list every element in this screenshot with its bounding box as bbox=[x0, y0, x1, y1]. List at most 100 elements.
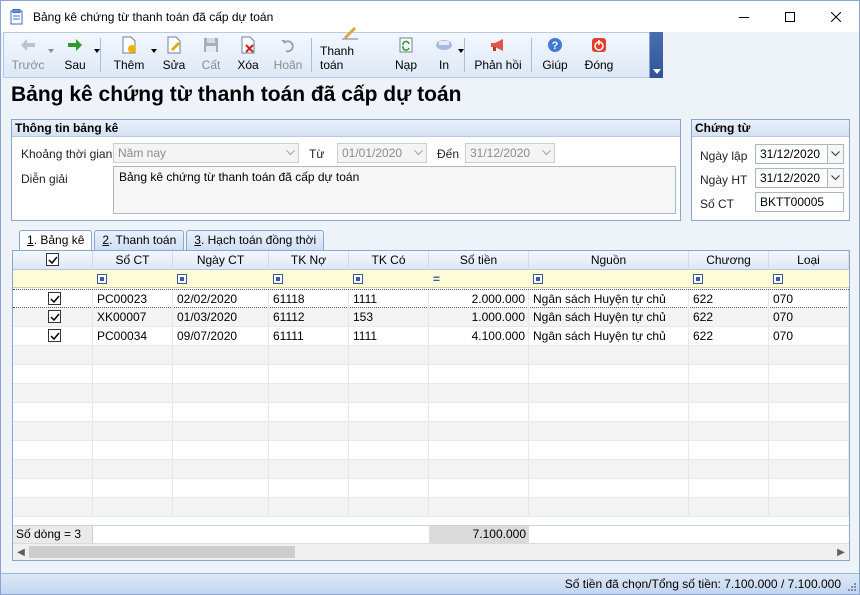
select-all-checkbox[interactable] bbox=[46, 253, 59, 266]
table-row[interactable] bbox=[13, 422, 849, 441]
cell-chuong bbox=[689, 365, 769, 384]
pay-button[interactable]: Thanh toán bbox=[314, 27, 386, 77]
cell-so-ct bbox=[93, 365, 173, 384]
filter-so-ct[interactable] bbox=[93, 270, 173, 288]
tab-concurrent-entry[interactable]: 3. Hạch toán đồng thời bbox=[186, 230, 325, 250]
scroll-left-icon[interactable]: ◀ bbox=[13, 544, 29, 560]
table-row[interactable]: PC00023 02/02/2020 61118 1111 2.000.000 Ngân … bbox=[13, 289, 849, 309]
cell-tk-co bbox=[349, 346, 429, 365]
scroll-right-icon[interactable]: ▶ bbox=[833, 544, 849, 560]
row-select-cell bbox=[13, 460, 93, 479]
filter-chuong[interactable] bbox=[689, 270, 769, 288]
edit-button[interactable]: Sửa bbox=[155, 33, 193, 77]
cell-tk-no bbox=[269, 384, 349, 403]
table-row[interactable] bbox=[13, 441, 849, 460]
cell-so-tien: 4.100.000 bbox=[429, 327, 529, 346]
table-row[interactable]: PC00034 09/07/2020 61111 1111 4.100.000 Ngân … bbox=[13, 327, 849, 346]
table-row[interactable] bbox=[13, 498, 849, 517]
row-select-cell bbox=[13, 346, 93, 365]
feedback-button[interactable]: Phản hồi bbox=[467, 33, 529, 77]
tab-payment[interactable]: 2. Thanh toán bbox=[94, 230, 185, 250]
tab-list[interactable]: 1. Bảng kê bbox=[19, 230, 93, 251]
cell-chuong bbox=[689, 498, 769, 517]
select-all-header[interactable] bbox=[13, 251, 93, 270]
cell-so-tien bbox=[429, 479, 529, 498]
cell-loai bbox=[769, 479, 849, 498]
next-button[interactable]: Sau bbox=[52, 33, 100, 77]
chevron-down-icon bbox=[541, 150, 551, 156]
toolbar-overflow-button[interactable] bbox=[649, 32, 663, 78]
filter-loai[interactable] bbox=[769, 270, 849, 288]
cell-chuong bbox=[689, 460, 769, 479]
col-header-nguon[interactable]: Nguồn bbox=[529, 251, 689, 270]
cell-loai: 070 bbox=[769, 290, 849, 309]
horizontal-scrollbar[interactable]: ◀ ▶ bbox=[13, 543, 849, 560]
save-button[interactable]: Cất bbox=[193, 33, 229, 77]
table-row[interactable] bbox=[13, 460, 849, 479]
from-date-picker[interactable]: 01/01/2020 bbox=[337, 143, 427, 163]
toolbar: Trước Sau Thêm Sửa Cất Xóa Hoãn Thanh to… bbox=[3, 27, 663, 78]
prev-button[interactable]: Trước bbox=[4, 33, 54, 77]
cell-nguon bbox=[529, 384, 689, 403]
filter-ngay-ct[interactable] bbox=[173, 270, 269, 288]
cell-loai bbox=[769, 498, 849, 517]
col-header-loai[interactable]: Loại bbox=[769, 251, 849, 270]
delete-icon bbox=[241, 36, 255, 54]
add-button[interactable]: Thêm bbox=[103, 33, 157, 77]
filter-nguon[interactable] bbox=[529, 270, 689, 288]
print-button[interactable]: In bbox=[426, 33, 464, 77]
row-select-cell bbox=[13, 308, 93, 327]
row-checkbox[interactable] bbox=[48, 310, 61, 323]
filter-tk-co[interactable] bbox=[349, 270, 429, 288]
col-header-chuong[interactable]: Chương bbox=[689, 251, 769, 270]
undo-button[interactable]: Hoãn bbox=[267, 33, 309, 77]
grid-footer: Số dòng = 3 7.100.000 bbox=[13, 525, 849, 544]
posting-date-picker[interactable]: 31/12/2020 bbox=[755, 168, 844, 188]
cell-ngay-ct: 09/07/2020 bbox=[173, 327, 269, 346]
cell-so-ct bbox=[93, 498, 173, 517]
cell-so-ct: XK00007 bbox=[93, 308, 173, 327]
cell-nguon bbox=[529, 498, 689, 517]
col-header-tk-no[interactable]: TK Nợ bbox=[269, 251, 349, 270]
undo-icon bbox=[281, 40, 294, 53]
load-button[interactable]: Nạp bbox=[386, 33, 426, 77]
filter-so-tien[interactable]: = bbox=[429, 270, 529, 288]
filter-tk-no[interactable] bbox=[269, 270, 349, 288]
col-header-so-ct[interactable]: Số CT bbox=[93, 251, 173, 270]
cell-nguon bbox=[529, 441, 689, 460]
period-select[interactable]: Năm nay bbox=[113, 143, 299, 163]
chevron-down-icon bbox=[413, 150, 423, 156]
app-icon bbox=[10, 8, 23, 24]
to-date-picker[interactable]: 31/12/2020 bbox=[465, 143, 555, 163]
cell-tk-no: 61112 bbox=[269, 308, 349, 327]
delete-button[interactable]: Xóa bbox=[229, 33, 267, 77]
voucher-date-picker[interactable]: 31/12/2020 bbox=[755, 144, 844, 164]
description-input[interactable]: Bảng kê chứng từ thanh toán đã cấp dự to… bbox=[113, 166, 676, 214]
maximize-button[interactable] bbox=[767, 1, 813, 32]
voucher-no-input[interactable]: BKTT00005 bbox=[755, 192, 844, 212]
cell-so-ct bbox=[93, 384, 173, 403]
help-icon: ? bbox=[548, 38, 562, 52]
row-checkbox[interactable] bbox=[48, 292, 61, 305]
col-header-so-tien[interactable]: Số tiền bbox=[429, 251, 529, 270]
table-row[interactable] bbox=[13, 346, 849, 365]
table-row[interactable] bbox=[13, 384, 849, 403]
table-row[interactable] bbox=[13, 403, 849, 422]
table-row[interactable]: XK00007 01/03/2020 61112 153 1.000.000 Ngân s… bbox=[13, 308, 849, 327]
app-window: Bảng kê chứng từ thanh toán đã cấp dự to… bbox=[0, 0, 860, 595]
help-button[interactable]: ? Giúp bbox=[534, 33, 576, 77]
minimize-button[interactable] bbox=[721, 1, 767, 32]
col-header-tk-co[interactable]: TK Có bbox=[349, 251, 429, 270]
cell-so-tien bbox=[429, 422, 529, 441]
row-checkbox[interactable] bbox=[48, 329, 61, 342]
close-button[interactable] bbox=[813, 1, 859, 32]
cell-chuong bbox=[689, 441, 769, 460]
cell-loai bbox=[769, 365, 849, 384]
table-row[interactable] bbox=[13, 365, 849, 384]
close-form-button[interactable]: Đóng bbox=[576, 33, 622, 77]
table-row[interactable] bbox=[13, 479, 849, 498]
scroll-thumb[interactable] bbox=[29, 546, 295, 558]
voucher-group-header: Chứng từ bbox=[692, 120, 849, 137]
resize-grip-icon[interactable] bbox=[847, 582, 857, 592]
col-header-ngay-ct[interactable]: Ngày CT bbox=[173, 251, 269, 270]
